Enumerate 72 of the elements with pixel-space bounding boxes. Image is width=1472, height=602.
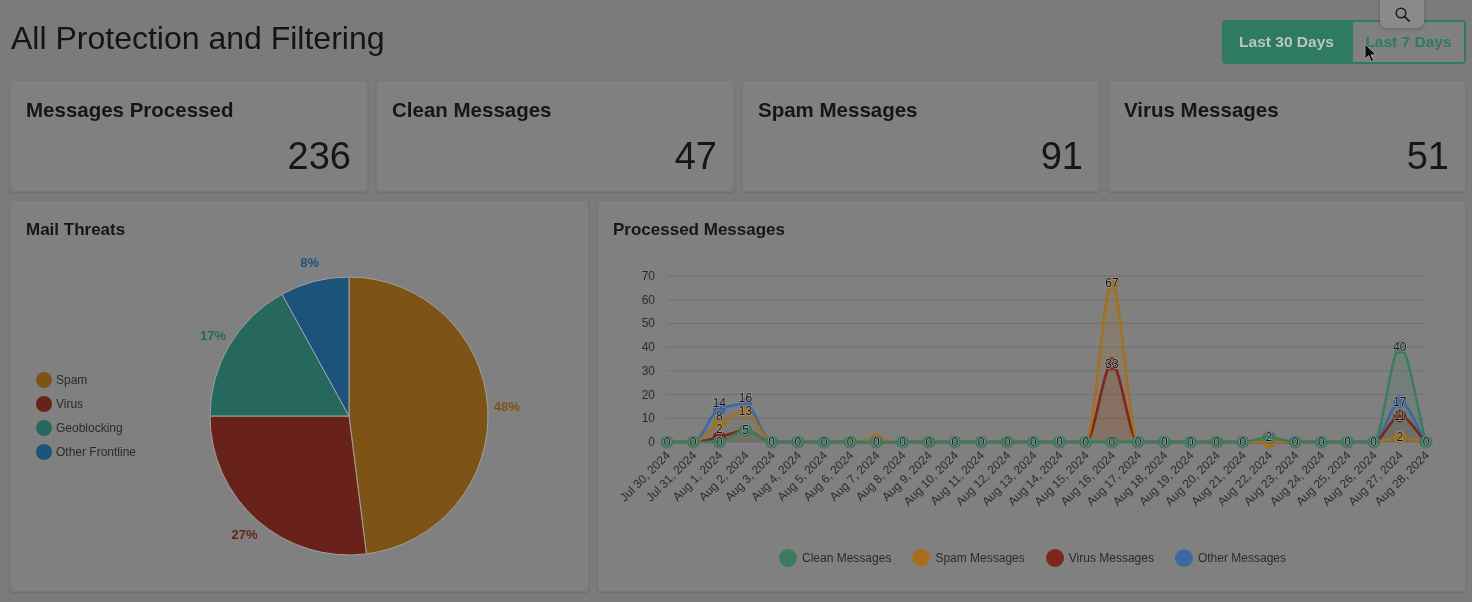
data-label: 0 xyxy=(716,435,723,449)
legend-label[interactable]: Other Frontline xyxy=(56,444,137,460)
data-label: 0 xyxy=(925,435,933,449)
legend-label[interactable]: Spam xyxy=(56,372,88,388)
search-icon xyxy=(1394,6,1410,22)
data-label: 0 xyxy=(1239,435,1247,449)
data-label: 5 xyxy=(742,423,749,438)
data-label: 0 xyxy=(1108,435,1116,449)
data-label: 11 xyxy=(1393,408,1407,423)
data-label: 0 xyxy=(1291,435,1299,449)
data-label: 0 xyxy=(951,435,959,449)
date-range-tab[interactable]: Last 30 Days xyxy=(1222,20,1351,64)
search-button[interactable] xyxy=(1380,0,1424,28)
stat-value: 47 xyxy=(673,135,717,177)
data-label: 0 xyxy=(1213,435,1220,449)
y-tick-label: 50 xyxy=(641,316,655,331)
stat-label: Spam Messages xyxy=(758,98,919,122)
data-label: 67 xyxy=(1105,276,1119,291)
slice-percent-label: 27% xyxy=(231,527,258,542)
data-label: 0 xyxy=(1370,435,1377,449)
y-tick-label: 0 xyxy=(648,435,655,449)
y-tick-label: 40 xyxy=(641,340,655,355)
data-label: 0 xyxy=(1082,435,1090,449)
data-label: 0 xyxy=(1003,435,1011,449)
data-label: 8 xyxy=(716,409,723,423)
data-label: 13 xyxy=(738,404,753,419)
data-label: 0 xyxy=(768,435,776,449)
page-title: All Protection and Filtering xyxy=(11,19,385,57)
data-label: 0 xyxy=(1344,435,1351,449)
data-label: 17 xyxy=(1393,394,1407,409)
data-label: 0 xyxy=(1187,435,1194,449)
card-title: Processed Messages xyxy=(612,219,786,241)
y-tick-label: 70 xyxy=(641,269,655,283)
y-tick-label: 30 xyxy=(641,363,655,378)
data-label: 0 xyxy=(1056,435,1063,449)
y-tick-label: 10 xyxy=(641,411,655,426)
data-label: 0 xyxy=(846,435,854,449)
y-tick-label: 20 xyxy=(641,387,655,402)
legend-label[interactable]: Virus Messages xyxy=(1068,550,1154,566)
stat-label: Virus Messages xyxy=(1124,98,1280,122)
data-label: 0 xyxy=(873,435,880,449)
legend-label[interactable]: Virus xyxy=(56,396,84,412)
stat-value: 91 xyxy=(1039,135,1083,177)
data-label: 0 xyxy=(899,435,906,449)
stat-value: 236 xyxy=(286,135,351,177)
legend-label[interactable]: Other Messages xyxy=(1197,550,1286,566)
y-tick-label: 60 xyxy=(641,292,655,307)
data-label: 2 xyxy=(1265,430,1273,445)
data-label: 33 xyxy=(1105,356,1119,371)
data-label: 40 xyxy=(1393,340,1407,355)
stat-label: Messages Processed xyxy=(26,98,235,122)
data-label: 0 xyxy=(1422,435,1430,449)
data-label: 0 xyxy=(1134,435,1142,449)
slice-percent-label: 17% xyxy=(200,328,226,344)
data-label: 0 xyxy=(663,435,671,449)
data-label: 0 xyxy=(820,435,828,449)
stat-value: 51 xyxy=(1405,135,1449,177)
stat-label: Clean Messages xyxy=(392,98,553,122)
data-label: 0 xyxy=(794,435,802,449)
legend-label[interactable]: Spam Messages xyxy=(935,550,1025,566)
card-title: Mail Threats xyxy=(25,219,127,241)
data-label: 0 xyxy=(689,435,697,449)
legend-label[interactable]: Clean Messages xyxy=(802,550,892,566)
data-label: 14 xyxy=(712,396,726,410)
slice-percent-label: 8% xyxy=(300,256,320,271)
data-label: 0 xyxy=(977,435,985,449)
data-label: 2 xyxy=(1396,430,1404,445)
slice-percent-label: 48% xyxy=(493,398,520,414)
data-label: 0 xyxy=(1030,435,1037,449)
data-label: 0 xyxy=(1317,435,1325,449)
legend-label[interactable]: Geoblocking xyxy=(56,420,123,436)
data-label: 0 xyxy=(1160,435,1168,449)
